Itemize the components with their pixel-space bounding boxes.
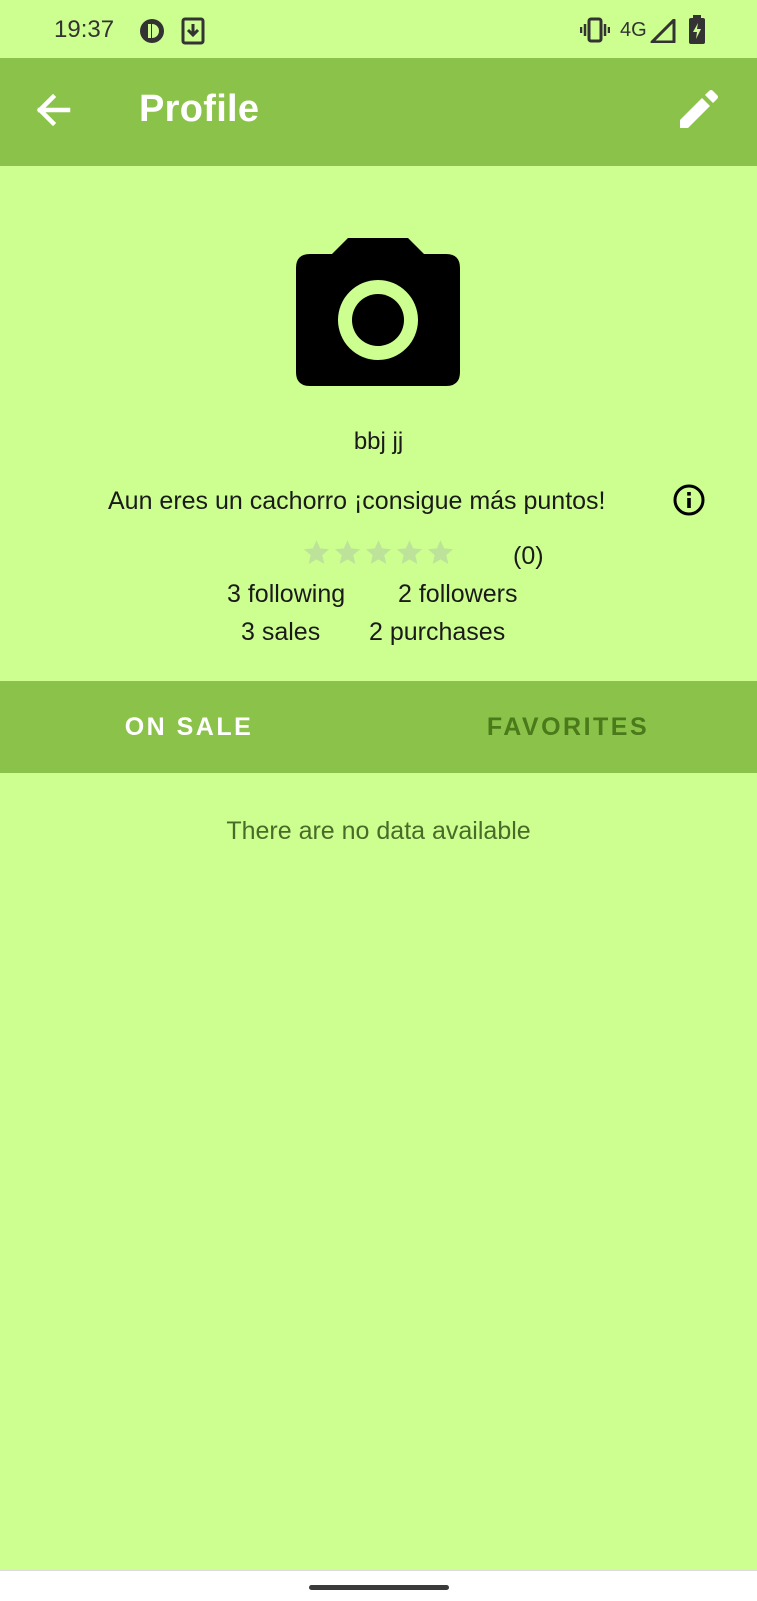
purchases-count[interactable]: 2 purchases <box>369 618 505 647</box>
vibrate-icon <box>579 17 611 48</box>
network-type-label: 4G <box>620 19 647 41</box>
camera-icon <box>296 238 460 386</box>
star-empty-icon <box>303 540 330 564</box>
page-title: Profile <box>139 88 260 130</box>
download-icon <box>181 17 205 50</box>
star-empty-icon <box>334 540 361 564</box>
rating-count: (0) <box>513 542 544 570</box>
star-empty-icon <box>396 540 423 564</box>
battery-charging-icon <box>688 15 706 50</box>
sales-count[interactable]: 3 sales <box>241 618 320 647</box>
edit-profile-button[interactable] <box>672 84 724 136</box>
rating-stars <box>302 538 455 572</box>
tab-on-sale[interactable]: ON SALE <box>0 681 378 773</box>
info-icon <box>673 484 705 516</box>
back-button[interactable] <box>30 86 78 134</box>
info-button[interactable] <box>672 483 706 517</box>
user-name: bbj jj <box>353 428 404 455</box>
status-time: 19:37 <box>54 16 115 43</box>
empty-state-message: There are no data available <box>226 817 531 845</box>
star-empty-icon <box>427 540 454 564</box>
star-empty-icon <box>365 540 392 564</box>
system-nav-bar <box>0 1570 757 1601</box>
status-bar: 19:37 4G <box>0 0 757 58</box>
profile-photo-button[interactable] <box>296 238 460 386</box>
followers-count[interactable]: 2 followers <box>398 580 518 609</box>
signal-icon <box>650 18 676 48</box>
tabs-bar: ON SALE FAVORITES <box>0 681 757 773</box>
arrow-back-icon <box>36 93 71 127</box>
home-gesture-handle[interactable] <box>309 1585 449 1590</box>
tab-favorites[interactable]: FAVORITES <box>379 681 757 773</box>
level-message: Aun eres un cachorro ¡consigue más punto… <box>108 487 606 515</box>
app-notification-icon <box>138 17 166 50</box>
app-bar: Profile <box>0 58 757 166</box>
following-count[interactable]: 3 following <box>227 580 345 609</box>
pencil-icon <box>680 90 718 128</box>
